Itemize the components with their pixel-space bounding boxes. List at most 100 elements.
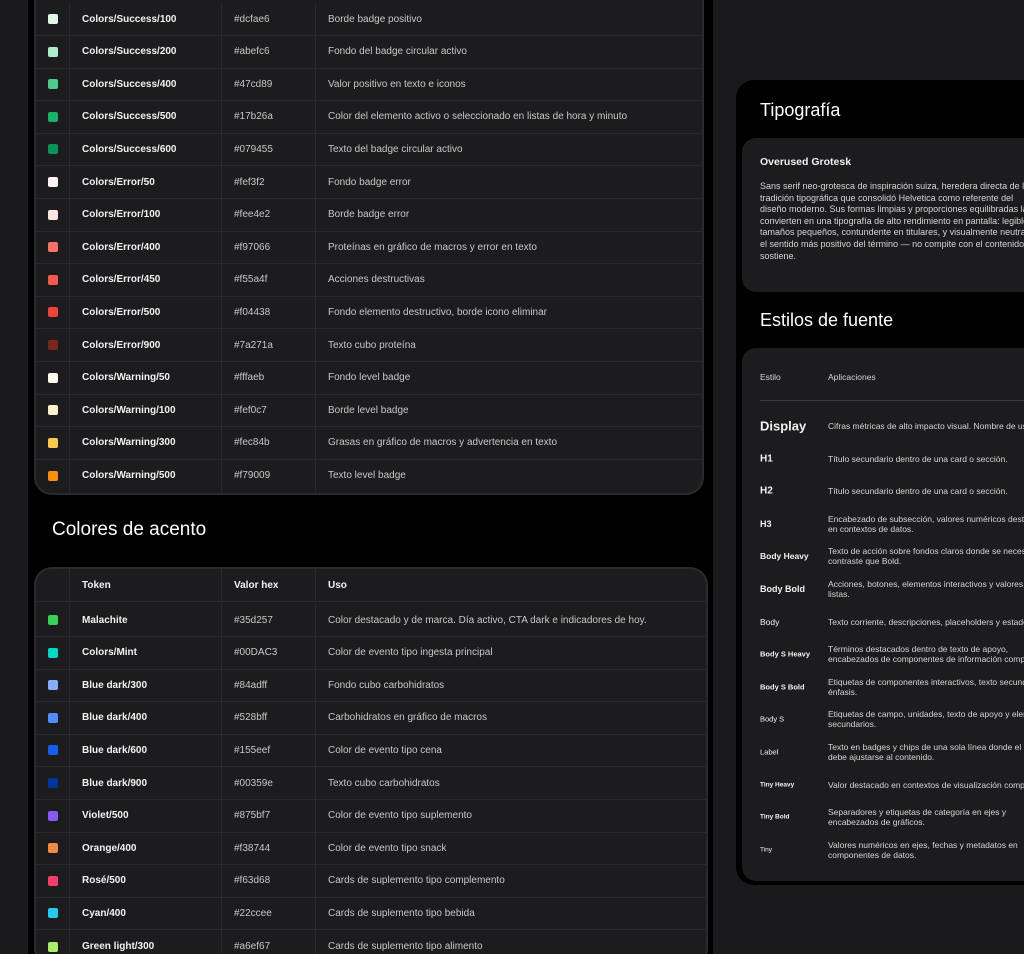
token-cell: Colors/Error/900 xyxy=(70,329,222,361)
table-row: Colors/Warning/500 #f79009 Texto level bad… xyxy=(36,459,702,493)
table-row: Cyan/400 #22ccee Cards de suplemento tipo … xyxy=(36,897,706,931)
hex-cell: #fffaeb xyxy=(222,361,316,394)
font-style-row: H1 Título secundario dentro de una card o… xyxy=(760,443,1024,475)
table-row: Colors/Mint #00DAC3 Color de evento tipo i… xyxy=(36,636,706,670)
swatch-cell xyxy=(36,329,70,361)
color-swatch xyxy=(47,470,58,481)
typography-panel: Tipografía Overused Grotesk Sans serif n… xyxy=(736,80,1024,885)
color-swatch xyxy=(47,941,58,952)
color-swatch xyxy=(47,372,58,383)
font-style-name: Display xyxy=(760,418,807,434)
styles-header-divider xyxy=(760,400,1024,401)
hex-cell: #f04438 xyxy=(222,296,316,329)
font-style-name: Tiny xyxy=(760,846,773,854)
use-cell: Color de evento tipo snack xyxy=(328,842,447,854)
font-style-name: Body Bold xyxy=(760,584,805,594)
swatch-cell xyxy=(36,133,70,166)
hex-cell: #155eef xyxy=(222,734,316,767)
swatch-cell xyxy=(36,767,70,799)
table-row: Colors/Success/200 #abefc6 Fondo del badge… xyxy=(36,35,702,69)
hex-cell: #84adff xyxy=(222,669,316,702)
table-row: Colors/Error/100 #fee4e2 Borde badge error xyxy=(36,198,702,232)
swatch-cell xyxy=(36,799,70,832)
color-swatch xyxy=(47,144,58,155)
use-cell: Fondo badge error xyxy=(328,176,411,188)
swatch-cell xyxy=(36,459,70,493)
font-styles-title: Estilos de fuente xyxy=(760,310,894,330)
font-style-row: Body Heavy Texto de acción sobre fondos c… xyxy=(760,540,1024,572)
token-cell: Violet/500 xyxy=(70,799,222,832)
table-row: Green light/300 #a6ef67 Cards de suplement… xyxy=(36,930,706,954)
token-cell: Colors/Error/400 xyxy=(70,231,222,264)
use-cell: Proteínas en gráfico de macros y error e… xyxy=(328,241,537,253)
use-cell: Valor positivo en texto e iconos xyxy=(328,78,466,90)
swatch-cell xyxy=(36,734,70,767)
table-row: Blue dark/900 #00359e Texto cubo carbohidr… xyxy=(36,767,706,800)
hex-cell: #f38744 xyxy=(222,832,316,865)
color-swatch xyxy=(47,405,58,416)
token-cell: Colors/Warning/300 xyxy=(70,426,222,459)
swatch-cell xyxy=(36,35,70,68)
font-style-application: Separadores y etiquetas de categoría en … xyxy=(828,807,1007,828)
use-cell: Borde badge error xyxy=(328,209,410,221)
hex-cell: #f79009 xyxy=(222,459,316,493)
font-style-application: Título secundario dentro de una card o s… xyxy=(828,453,1008,464)
token-cell: Colors/Error/100 xyxy=(70,198,222,231)
swatch-cell xyxy=(36,636,70,669)
font-style-row: H3 Encabezado de subsección, valores numé… xyxy=(760,508,1024,540)
font-style-name: Body xyxy=(760,616,780,627)
font-style-application: Texto corriente, descripciones, placehol… xyxy=(828,616,1024,627)
color-swatch xyxy=(47,810,58,821)
font-style-row: Body S Etiquetas de campo, unidades, text… xyxy=(760,703,1024,735)
font-style-application: Valores numéricos en ejes, fechas y meta… xyxy=(828,839,1018,860)
swatch-cell xyxy=(36,68,70,101)
token-cell: Colors/Error/500 xyxy=(70,296,222,329)
table-row: Malachite #35d257 Color destacado y de mar… xyxy=(36,604,706,637)
use-cell: Acciones destructivas xyxy=(328,274,425,286)
color-swatch xyxy=(47,745,58,756)
use-cell: Texto level badge xyxy=(328,470,406,482)
table-header-row: Token Valor hex Uso xyxy=(36,569,706,602)
table-row: Blue dark/400 #528bff Carbohidratos en grá… xyxy=(36,701,706,735)
table-row: Colors/Success/400 #47cd89 Valor positivo … xyxy=(36,68,702,102)
token-cell: Blue dark/900 xyxy=(70,767,222,799)
use-cell: Color del elemento activo o seleccionado… xyxy=(328,111,628,123)
hex-cell: #875bf7 xyxy=(222,799,316,832)
token-cell: Green light/300 xyxy=(70,930,222,954)
color-swatch xyxy=(47,79,58,90)
hex-cell: #fef3f2 xyxy=(222,166,316,198)
styles-header-applications: Aplicaciones xyxy=(828,372,876,382)
table-row: Colors/Error/450 #f55a4f Acciones destruct… xyxy=(36,263,702,297)
font-style-application: Texto de acción sobre fondos claros dond… xyxy=(828,546,1024,567)
token-cell: Orange/400 xyxy=(70,832,222,865)
token-cell: Colors/Success/600 xyxy=(70,133,222,166)
use-cell: Borde badge positivo xyxy=(328,13,422,25)
token-cell: Colors/Success/100 xyxy=(70,3,222,35)
hex-cell: #f97066 xyxy=(222,231,316,264)
color-swatch xyxy=(47,843,58,854)
use-cell: Fondo elemento destructivo, borde icono … xyxy=(328,306,548,318)
font-name: Overused Grotesk xyxy=(760,156,852,168)
swatch-cell xyxy=(36,263,70,296)
table-row: Colors/Success/100 #dcfae6 Borde badge pos… xyxy=(36,3,702,36)
color-swatch xyxy=(47,908,58,919)
token-cell: Rosé/500 xyxy=(70,864,222,897)
use-cell: Texto cubo proteína xyxy=(328,339,416,351)
table-row: Colors/Error/500 #f04438 Fondo elemento de… xyxy=(36,296,702,330)
hex-cell: #f63d68 xyxy=(222,864,316,897)
table-row: Rosé/500 #f63d68 Cards de suplemento tipo … xyxy=(36,864,706,898)
token-cell: Blue dark/400 xyxy=(70,701,222,734)
use-cell: Color de evento tipo cena xyxy=(328,744,442,756)
font-style-row: Tiny Valores numéricos en ejes, fechas y … xyxy=(760,834,1024,866)
use-cell: Fondo del badge circular activo xyxy=(328,46,467,58)
font-style-name: Body S xyxy=(760,714,785,724)
color-swatch xyxy=(47,242,58,253)
token-cell: Malachite xyxy=(70,604,222,636)
header-use: Uso xyxy=(328,579,347,591)
use-cell: Fondo cubo carbohidratos xyxy=(328,679,445,691)
font-style-name: Label xyxy=(760,747,779,757)
use-cell: Color de evento tipo ingesta principal xyxy=(328,647,493,659)
token-cell: Cyan/400 xyxy=(70,897,222,930)
font-style-application: Etiquetas de campo, unidades, texto de a… xyxy=(828,709,1024,730)
font-style-row: Body S Heavy Términos destacados dentro d… xyxy=(760,638,1024,670)
